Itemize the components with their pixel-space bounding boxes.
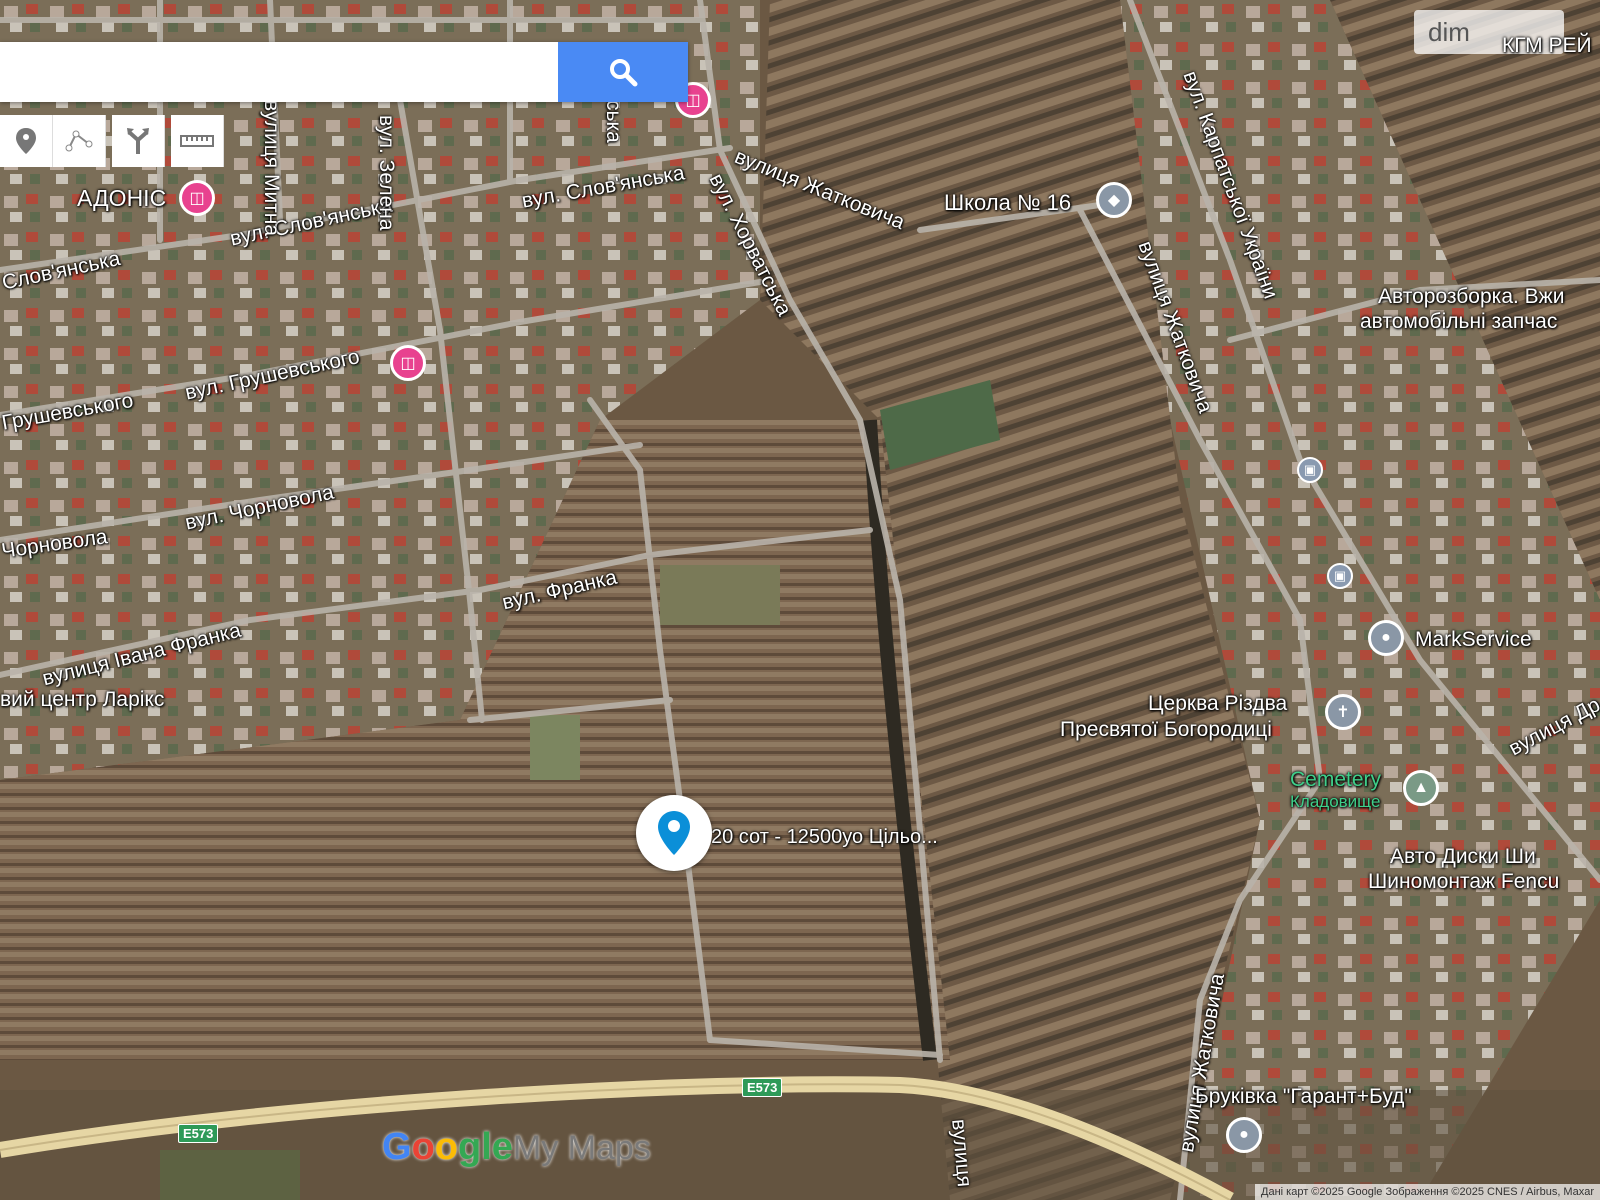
school-marker-icon[interactable]: ◆ bbox=[1096, 182, 1132, 218]
search-bar bbox=[0, 42, 688, 102]
highway-shield: E573 bbox=[178, 1124, 219, 1143]
place-marker-icon[interactable]: ● bbox=[1368, 620, 1404, 656]
street-label: вул. Зелена bbox=[375, 115, 398, 231]
google-my-maps-logo: GoogleMy Maps bbox=[382, 1126, 651, 1168]
place-label-brukivka: Бруківка "Гарант+Буд" bbox=[1195, 1085, 1412, 1108]
street-label: вулиця Митна bbox=[260, 100, 283, 237]
place-label-cemetery-2: Кладовище bbox=[1290, 792, 1381, 811]
place-label-adonis: АДОНІС bbox=[77, 185, 167, 211]
church-marker-icon[interactable]: ✝ bbox=[1325, 694, 1361, 730]
place-label-church: Церква Різдва bbox=[1148, 692, 1288, 715]
directions-button[interactable] bbox=[112, 115, 165, 167]
map-toolbar bbox=[0, 115, 224, 167]
measure-button[interactable] bbox=[171, 115, 224, 167]
hotel-marker-icon[interactable]: ◫ bbox=[390, 345, 426, 381]
street-label: ська bbox=[602, 100, 625, 143]
line-icon bbox=[65, 130, 93, 152]
highway-shield: E573 bbox=[742, 1078, 783, 1097]
place-label-tires: Авто Диски Ши bbox=[1390, 845, 1536, 868]
place-label-cemetery: Cemetery bbox=[1290, 768, 1382, 791]
map-attribution[interactable]: Дані карт ©2025 Google Зображення ©2025 … bbox=[1255, 1184, 1600, 1200]
selected-location-pin-icon[interactable] bbox=[636, 795, 712, 871]
ruler-icon bbox=[180, 135, 214, 147]
hotel-marker-icon[interactable]: ◫ bbox=[179, 180, 215, 216]
place-label-church-2: Пресвятої Богородиці bbox=[1060, 718, 1272, 741]
directions-icon bbox=[127, 128, 149, 154]
place-label-larix: вий центр Ларікс bbox=[0, 688, 165, 711]
draw-line-button[interactable] bbox=[53, 115, 106, 167]
cemetery-marker-icon[interactable]: ▲ bbox=[1403, 770, 1439, 806]
place-label-autoparts: Авторозборка. Вжи bbox=[1378, 285, 1565, 308]
search-button[interactable] bbox=[558, 42, 688, 102]
bus-stop-icon[interactable]: ▣ bbox=[1327, 563, 1353, 589]
pin-label: 20 сот - 12500уо Цільо... bbox=[711, 826, 938, 848]
place-label-school: Школа № 16 bbox=[944, 190, 1072, 215]
search-input[interactable] bbox=[0, 42, 558, 102]
add-marker-button[interactable] bbox=[0, 115, 53, 167]
place-label-tires-2: Шиномонтаж Fencu bbox=[1368, 870, 1560, 893]
marker-icon bbox=[16, 128, 36, 154]
place-marker-icon[interactable]: ● bbox=[1226, 1117, 1262, 1153]
bus-stop-icon[interactable]: ▣ bbox=[1297, 457, 1323, 483]
place-label-autoparts-2: автомобільні запчас bbox=[1360, 310, 1558, 333]
partial-place-label: КГМ РЕЙ bbox=[1502, 34, 1592, 57]
place-label-markservice: MarkService bbox=[1415, 628, 1532, 651]
watermark-text: dim bbox=[1428, 16, 1470, 47]
search-icon bbox=[610, 59, 638, 87]
